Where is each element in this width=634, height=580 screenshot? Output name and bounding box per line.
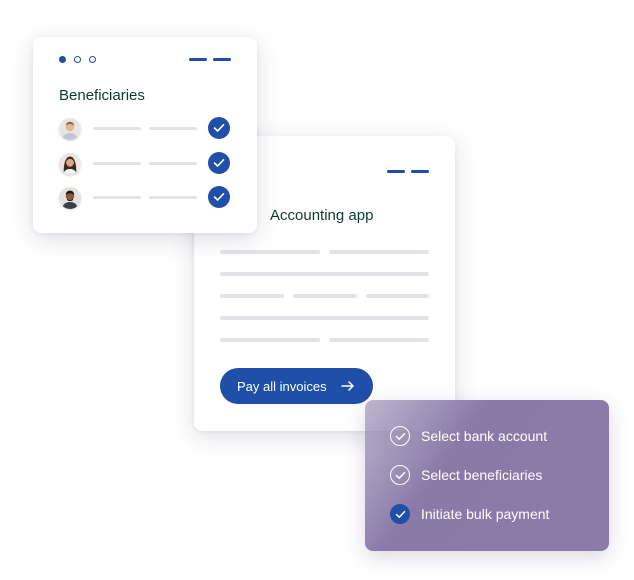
step-label: Select beneficiaries (421, 467, 543, 483)
pay-button-label: Pay all invoices (237, 378, 327, 394)
menu-dashes-icon (189, 58, 231, 61)
check-circle-outline-icon (390, 426, 410, 446)
beneficiary-row[interactable] (59, 152, 233, 177)
step-label: Select bank account (421, 428, 548, 444)
check-circle-outline-icon (390, 465, 410, 485)
step-select-bank-account[interactable]: Select bank account (390, 425, 547, 447)
beneficiary-row[interactable] (59, 186, 233, 211)
person-avatar (59, 118, 81, 140)
beneficiaries-card: Beneficiaries (33, 37, 257, 233)
payment-steps-card: Select bank account Select beneficiaries… (365, 400, 609, 551)
checked-icon[interactable] (208, 117, 230, 139)
beneficiaries-title: Beneficiaries (59, 87, 145, 104)
check-circle-filled-icon (390, 504, 410, 524)
step-label: Initiate bulk payment (421, 506, 550, 522)
accounting-app-title: Accounting app (270, 207, 374, 224)
step-initiate-bulk-payment[interactable]: Initiate bulk payment (390, 503, 549, 525)
checked-icon[interactable] (208, 152, 230, 174)
step-select-beneficiaries[interactable]: Select beneficiaries (390, 464, 542, 486)
checked-icon[interactable] (208, 186, 230, 208)
arrow-right-icon (341, 380, 355, 395)
beneficiary-row[interactable] (59, 117, 233, 142)
person-avatar (59, 153, 81, 175)
window-dots-icon (59, 56, 96, 63)
pay-all-invoices-button[interactable]: Pay all invoices (220, 368, 373, 404)
menu-dashes-icon (387, 170, 429, 173)
person-avatar (59, 187, 81, 209)
